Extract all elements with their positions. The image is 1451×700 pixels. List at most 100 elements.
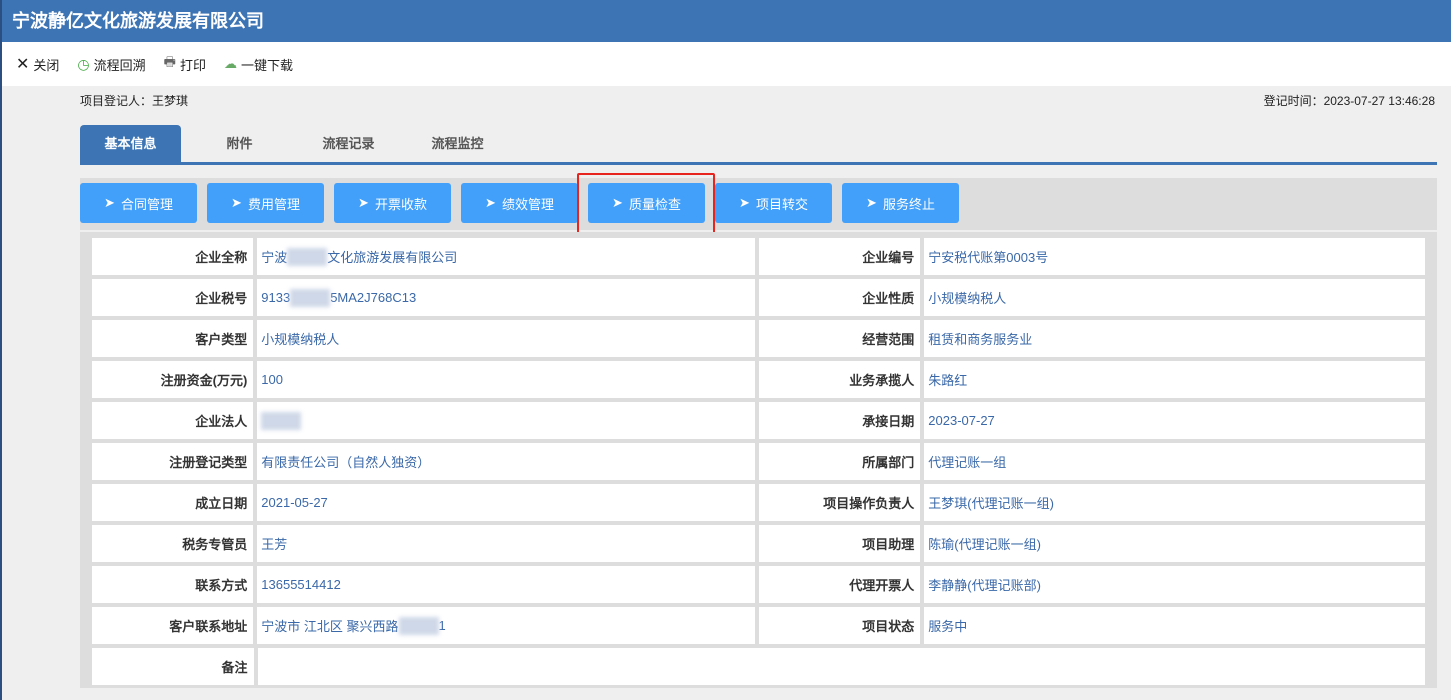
tab-flow-records[interactable]: 流程记录 (298, 125, 399, 162)
value-part: 宁波市 江北区 聚兴西路 (261, 619, 399, 634)
highlight-box (577, 173, 715, 239)
field-value (257, 402, 755, 439)
field-label: 注册资金(万元) (92, 361, 254, 398)
value-part: 文化旅游发展有限公司 (327, 250, 458, 265)
field-value: 王梦琪(代理记账一组) (924, 484, 1425, 521)
print-icon: 🖶 (163, 54, 176, 69)
field-label: 所属部门 (759, 443, 921, 480)
download-label: 一键下载 (240, 57, 293, 73)
tab-basic-info[interactable]: 基本信息 (80, 125, 181, 162)
toolbar: ✕ 关闭 ◷ 流程回溯 🖶 打印 ☁ 一键下载 (2, 42, 1451, 86)
field-label: 企业法人 (92, 402, 254, 439)
field-value: 李静静(代理记账部) (924, 566, 1425, 603)
close-label: 关闭 (33, 57, 60, 73)
field-value: 小规模纳税人 (924, 279, 1425, 316)
action-label: 服务终止 (882, 196, 935, 212)
value-part: 1 (438, 618, 446, 633)
print-label: 打印 (179, 57, 206, 73)
field-value: 2023-07-27 (924, 402, 1425, 439)
field-label: 税务专管员 (92, 525, 254, 562)
value-part: 9133 (261, 290, 291, 305)
field-label: 注册登记类型 (92, 443, 254, 480)
table-row: 注册登记类型 有限责任公司（自然人独资） 所属部门 代理记账一组 (92, 441, 1425, 482)
field-value: 代理记账一组 (924, 443, 1425, 480)
field-label: 企业全称 (92, 238, 254, 275)
tab-bar: 基本信息 附件 流程记录 流程监控 (80, 125, 1437, 165)
redacted-blur (261, 411, 302, 430)
print-button[interactable]: 🖶 打印 (164, 53, 206, 75)
field-label: 企业编号 (759, 238, 921, 275)
action-label: 开票收款 (374, 196, 427, 212)
action-label: 合同管理 (120, 196, 173, 212)
field-value: 宁安税代账第0003号 (924, 238, 1425, 275)
remark-value (257, 648, 1425, 685)
field-label: 项目状态 (759, 607, 921, 644)
field-label: 代理开票人 (759, 566, 921, 603)
download-button[interactable]: ☁ 一键下载 (224, 55, 293, 74)
table-row: 税务专管员 王芳 项目助理 陈瑜(代理记账一组) (92, 523, 1425, 564)
close-button[interactable]: ✕ 关闭 (16, 54, 59, 74)
info-table: 企业全称 宁波 文化旅游发展有限公司 企业编号 宁安税代账第0003号 企业税号 9… (80, 232, 1437, 688)
redacted-blur (398, 616, 439, 635)
table-row: 企业法人 承接日期 2023-07-27 (92, 400, 1425, 441)
action-label: 项目转交 (755, 196, 808, 212)
action-button-6[interactable]: ➤ 服务终止 (842, 183, 959, 223)
action-label: 费用管理 (247, 196, 300, 212)
field-value: 13655514412 (257, 566, 755, 603)
page-title: 宁波静亿文化旅游发展有限公司 (2, 0, 1451, 42)
table-row: 客户联系地址 宁波市 江北区 聚兴西路 1 项目状态 服务中 (92, 605, 1425, 646)
field-value: 100 (257, 361, 755, 398)
action-button-1[interactable]: ➤ 费用管理 (207, 183, 324, 223)
register-time: 登记时间：2023-07-27 13:46:28 (1263, 94, 1435, 108)
send-icon: ➤ (866, 195, 877, 210)
field-label: 联系方式 (92, 566, 254, 603)
value-part: 有限责任公司（自然人独资） (261, 455, 431, 470)
field-value: 陈瑜(代理记账一组) (924, 525, 1425, 562)
field-value: 有限责任公司（自然人独资） (257, 443, 755, 480)
field-value: 租赁和商务服务业 (924, 320, 1425, 357)
remark-label: 备注 (92, 648, 254, 685)
table-row: 联系方式 13655514412 代理开票人 李静静(代理记账部) (92, 564, 1425, 605)
field-label: 承接日期 (759, 402, 921, 439)
field-value: 朱路红 (924, 361, 1425, 398)
value-part: 宁波 (261, 250, 288, 265)
tab-flow-monitor[interactable]: 流程监控 (407, 125, 508, 162)
tab-attachments[interactable]: 附件 (189, 125, 290, 162)
redacted-blur (290, 288, 331, 307)
value-part: 小规模纳税人 (261, 332, 340, 347)
field-label: 客户类型 (92, 320, 254, 357)
value-part: 100 (261, 372, 283, 387)
field-label: 企业税号 (92, 279, 254, 316)
action-button-2[interactable]: ➤ 开票收款 (334, 183, 451, 223)
send-icon: ➤ (231, 195, 242, 210)
field-label: 企业性质 (759, 279, 921, 316)
field-value: 王芳 (257, 525, 755, 562)
table-row: 注册资金(万元) 100 业务承揽人 朱路红 (92, 359, 1425, 400)
send-icon: ➤ (104, 195, 115, 210)
action-button-3[interactable]: ➤ 绩效管理 (461, 183, 578, 223)
field-value: 宁波 文化旅游发展有限公司 (257, 238, 755, 275)
field-value: 2021-05-27 (257, 484, 755, 521)
redacted-blur (287, 247, 328, 266)
value-part: 13655514412 (261, 577, 341, 592)
value-part: 5MA2J768C13 (330, 290, 417, 305)
field-label: 成立日期 (92, 484, 254, 521)
history-icon: ◷ (77, 55, 90, 72)
history-button[interactable]: ◷ 流程回溯 (77, 55, 145, 74)
table-row: 企业税号 9133 5MA2J768C13 企业性质 小规模纳税人 (92, 277, 1425, 318)
field-value: 小规模纳税人 (257, 320, 755, 357)
action-label: 绩效管理 (501, 196, 554, 212)
send-icon: ➤ (358, 195, 369, 210)
table-row: 客户类型 小规模纳税人 经营范围 租赁和商务服务业 (92, 318, 1425, 359)
field-label: 项目操作负责人 (759, 484, 921, 521)
download-icon: ☁ (223, 56, 237, 71)
action-button-5[interactable]: ➤ 项目转交 (715, 183, 832, 223)
field-value: 宁波市 江北区 聚兴西路 1 (257, 607, 755, 644)
close-icon: ✕ (16, 56, 30, 73)
field-label: 经营范围 (759, 320, 921, 357)
table-row: 企业全称 宁波 文化旅游发展有限公司 企业编号 宁安税代账第0003号 (92, 236, 1425, 277)
table-row: 成立日期 2021-05-27 项目操作负责人 王梦琪(代理记账一组) (92, 482, 1425, 523)
history-label: 流程回溯 (93, 57, 146, 73)
field-value: 服务中 (924, 607, 1425, 644)
action-button-0[interactable]: ➤ 合同管理 (80, 183, 197, 223)
